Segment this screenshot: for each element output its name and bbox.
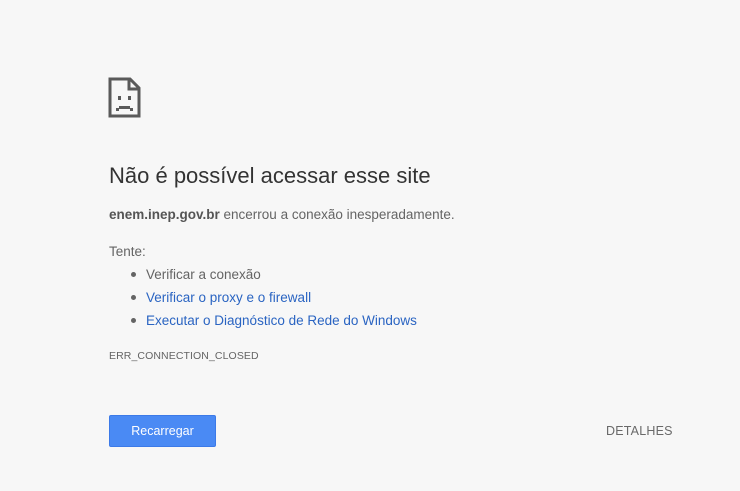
host-name: enem.inep.gov.br	[109, 207, 220, 222]
bullet-icon	[131, 272, 136, 277]
details-button[interactable]: DETALHES	[598, 420, 681, 442]
suggestion-check-connection: Verificar a conexão	[109, 266, 417, 289]
suggestion-text: Verificar a conexão	[146, 267, 261, 282]
reload-button[interactable]: Recarregar	[109, 415, 216, 447]
bullet-icon	[131, 295, 136, 300]
sad-page-icon	[108, 77, 141, 118]
try-label: Tente:	[109, 244, 146, 259]
bullet-icon	[131, 318, 136, 323]
error-description: enem.inep.gov.br encerrou a conexão ines…	[109, 207, 455, 222]
error-code: ERR_CONNECTION_CLOSED	[109, 350, 259, 362]
page-title: Não é possível acessar esse site	[109, 163, 431, 188]
suggestions-list: Verificar a conexão Verificar o proxy e …	[109, 266, 417, 335]
network-diagnostics-link[interactable]: Executar o Diagnóstico de Rede do Window…	[146, 313, 417, 328]
error-message: encerrou a conexão inesperadamente.	[219, 207, 455, 222]
suggestion-run-diagnostics: Executar o Diagnóstico de Rede do Window…	[109, 312, 417, 335]
suggestion-check-proxy: Verificar o proxy e o firewall	[109, 289, 417, 312]
check-proxy-firewall-link[interactable]: Verificar o proxy e o firewall	[146, 290, 311, 305]
